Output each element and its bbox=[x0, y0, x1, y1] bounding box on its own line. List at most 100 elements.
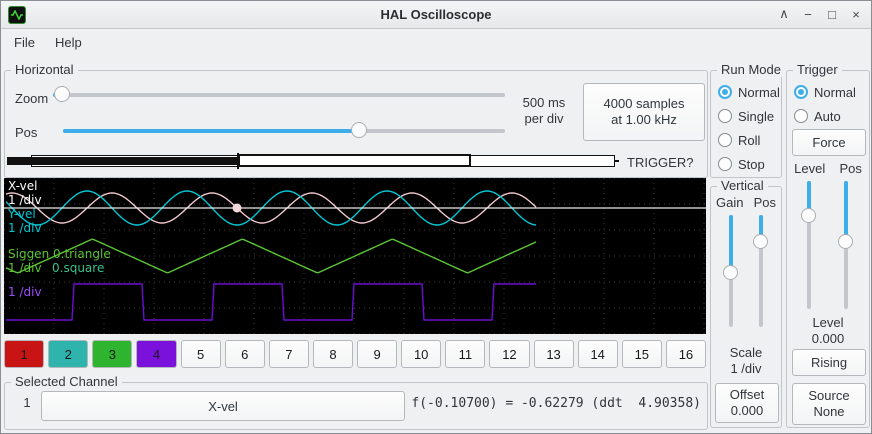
per-div-unit: per div bbox=[509, 111, 579, 127]
trigger-level-handle[interactable] bbox=[801, 208, 816, 223]
selected-channel-group: Selected Channel 1 X-vel f(-0.10700) = -… bbox=[4, 382, 708, 430]
channel-button-12[interactable]: 12 bbox=[489, 340, 529, 368]
run-mode-group-title: Run Mode bbox=[717, 62, 785, 77]
channel-button-1[interactable]: 1 bbox=[4, 340, 44, 368]
trigger-level-slider[interactable] bbox=[800, 181, 818, 309]
radio-label: Single bbox=[738, 109, 774, 124]
channel-button-16[interactable]: 16 bbox=[666, 340, 706, 368]
maximize-button[interactable]: □ bbox=[822, 4, 842, 24]
menu-file[interactable]: File bbox=[4, 32, 45, 53]
trigger-source-button[interactable]: Source None bbox=[792, 383, 866, 425]
selected-channel-group-title: Selected Channel bbox=[11, 374, 122, 389]
pos-slider-handle[interactable] bbox=[351, 122, 367, 138]
per-div-value: 500 ms bbox=[509, 95, 579, 111]
trigger-radios: Normal Auto bbox=[794, 83, 856, 125]
samples-rate: at 1.00 kHz bbox=[611, 112, 677, 128]
titlebar: HAL Oscilloscope ∧ − □ × bbox=[0, 0, 872, 29]
radio-roll[interactable]: Roll bbox=[718, 131, 780, 149]
run-mode-group: Run Mode NormalSingleRollStop bbox=[710, 70, 782, 178]
channel-value-readout: f(-0.10700) = -0.62279 (ddt 4.90358) bbox=[411, 396, 701, 411]
trigger-pos-label: Pos bbox=[839, 161, 861, 176]
trigger-group: Trigger NormalAuto Force Level Pos Level… bbox=[786, 70, 870, 428]
vertical-gain-slider[interactable] bbox=[722, 215, 740, 327]
acquisition-timeline[interactable] bbox=[7, 153, 619, 169]
vertical-pos-slider[interactable] bbox=[752, 215, 770, 327]
channel-button-3[interactable]: 3 bbox=[92, 340, 132, 368]
zoom-slider-handle[interactable] bbox=[54, 86, 70, 102]
trigger-level-readout-label: Level bbox=[787, 315, 869, 331]
window-controls: ∧ − □ × bbox=[774, 0, 866, 28]
radio-normal[interactable]: Normal bbox=[794, 83, 856, 101]
run-mode-radios: Normal Single Roll Stop bbox=[718, 83, 780, 173]
radio-dot bbox=[718, 157, 732, 171]
vertical-scale-label: Scale bbox=[711, 345, 781, 361]
radio-label: Auto bbox=[814, 109, 841, 124]
minimize-button[interactable]: − bbox=[798, 4, 818, 24]
channel-strip: 12345678910111213141516 bbox=[4, 340, 706, 368]
radio-label: Normal bbox=[738, 85, 780, 100]
channel-button-6[interactable]: 6 bbox=[225, 340, 265, 368]
vertical-group: Vertical Gain Pos Scale 1 /div Offset 0.… bbox=[710, 186, 782, 428]
menu-help[interactable]: Help bbox=[45, 32, 92, 53]
channel-button-9[interactable]: 9 bbox=[357, 340, 397, 368]
waveform-siggen-0-square bbox=[6, 284, 536, 320]
pos-label: Pos bbox=[15, 125, 37, 140]
zoom-label: Zoom bbox=[15, 91, 48, 106]
radio-dot bbox=[718, 109, 732, 123]
scope-display[interactable]: X-vel1 /divY-vel1 /divSiggen 0.triangle1… bbox=[4, 178, 706, 334]
per-div-readout: 500 ms per div bbox=[509, 95, 579, 127]
vertical-pos-handle[interactable] bbox=[753, 234, 768, 249]
channel-button-2[interactable]: 2 bbox=[48, 340, 88, 368]
trigger-group-title: Trigger bbox=[793, 62, 842, 77]
selected-channel-name-button[interactable]: X-vel bbox=[41, 391, 405, 421]
trigger-slider-labels: Level Pos bbox=[787, 161, 869, 176]
channel-button-13[interactable]: 13 bbox=[534, 340, 574, 368]
trigger-marker bbox=[233, 204, 242, 213]
radio-stop[interactable]: Stop bbox=[718, 155, 780, 173]
pos-slider[interactable] bbox=[63, 121, 505, 141]
trigger-edge-button[interactable]: Rising bbox=[792, 349, 866, 376]
scope-canvas bbox=[4, 178, 706, 334]
channel-button-11[interactable]: 11 bbox=[445, 340, 485, 368]
force-button[interactable]: Force bbox=[792, 129, 866, 156]
waveform-siggen-0-triangle bbox=[6, 239, 536, 273]
vertical-scale-readout: Scale 1 /div bbox=[711, 345, 781, 377]
vertical-offset-label: Offset bbox=[730, 387, 764, 403]
trigger-source-value: None bbox=[813, 404, 844, 420]
trigger-level-readout: Level 0.000 bbox=[787, 315, 869, 347]
zoom-slider[interactable] bbox=[53, 85, 505, 105]
vertical-group-title: Vertical bbox=[717, 178, 768, 193]
radio-auto[interactable]: Auto bbox=[794, 107, 856, 125]
shade-button[interactable]: ∧ bbox=[774, 4, 794, 24]
pos-slider-fill bbox=[63, 129, 359, 133]
channel-button-14[interactable]: 14 bbox=[578, 340, 618, 368]
vertical-gain-handle[interactable] bbox=[723, 265, 738, 280]
channel-button-4[interactable]: 4 bbox=[136, 340, 176, 368]
channel-button-15[interactable]: 15 bbox=[622, 340, 662, 368]
radio-single[interactable]: Single bbox=[718, 107, 780, 125]
samples-count: 4000 samples bbox=[604, 96, 685, 112]
channel-button-7[interactable]: 7 bbox=[269, 340, 309, 368]
radio-normal[interactable]: Normal bbox=[718, 83, 780, 101]
samples-button[interactable]: 4000 samples at 1.00 kHz bbox=[583, 83, 705, 141]
vertical-offset-value: 0.000 bbox=[731, 403, 764, 419]
channel-button-10[interactable]: 10 bbox=[401, 340, 441, 368]
radio-dot bbox=[718, 133, 732, 147]
trigger-pos-handle[interactable] bbox=[838, 234, 853, 249]
radio-label: Normal bbox=[814, 85, 856, 100]
horizontal-group-title: Horizontal bbox=[11, 62, 78, 77]
trigger-source-label: Source bbox=[808, 388, 849, 404]
window-title: HAL Oscilloscope bbox=[0, 7, 872, 22]
selected-channel-number: 1 bbox=[15, 395, 39, 410]
trigger-pos-slider[interactable] bbox=[837, 181, 855, 309]
trigger-level-readout-value: 0.000 bbox=[787, 331, 869, 347]
vertical-slider-labels: Gain Pos bbox=[711, 195, 781, 210]
horizontal-group: Horizontal Zoom 500 ms per div 4000 samp… bbox=[4, 70, 708, 178]
vertical-pos-label: Pos bbox=[754, 195, 776, 210]
channel-button-5[interactable]: 5 bbox=[181, 340, 221, 368]
timeline-visible-window[interactable] bbox=[238, 154, 471, 167]
trigger-question-label: TRIGGER? bbox=[627, 155, 693, 170]
vertical-offset-button[interactable]: Offset 0.000 bbox=[715, 383, 779, 423]
close-button[interactable]: × bbox=[846, 4, 866, 24]
channel-button-8[interactable]: 8 bbox=[313, 340, 353, 368]
